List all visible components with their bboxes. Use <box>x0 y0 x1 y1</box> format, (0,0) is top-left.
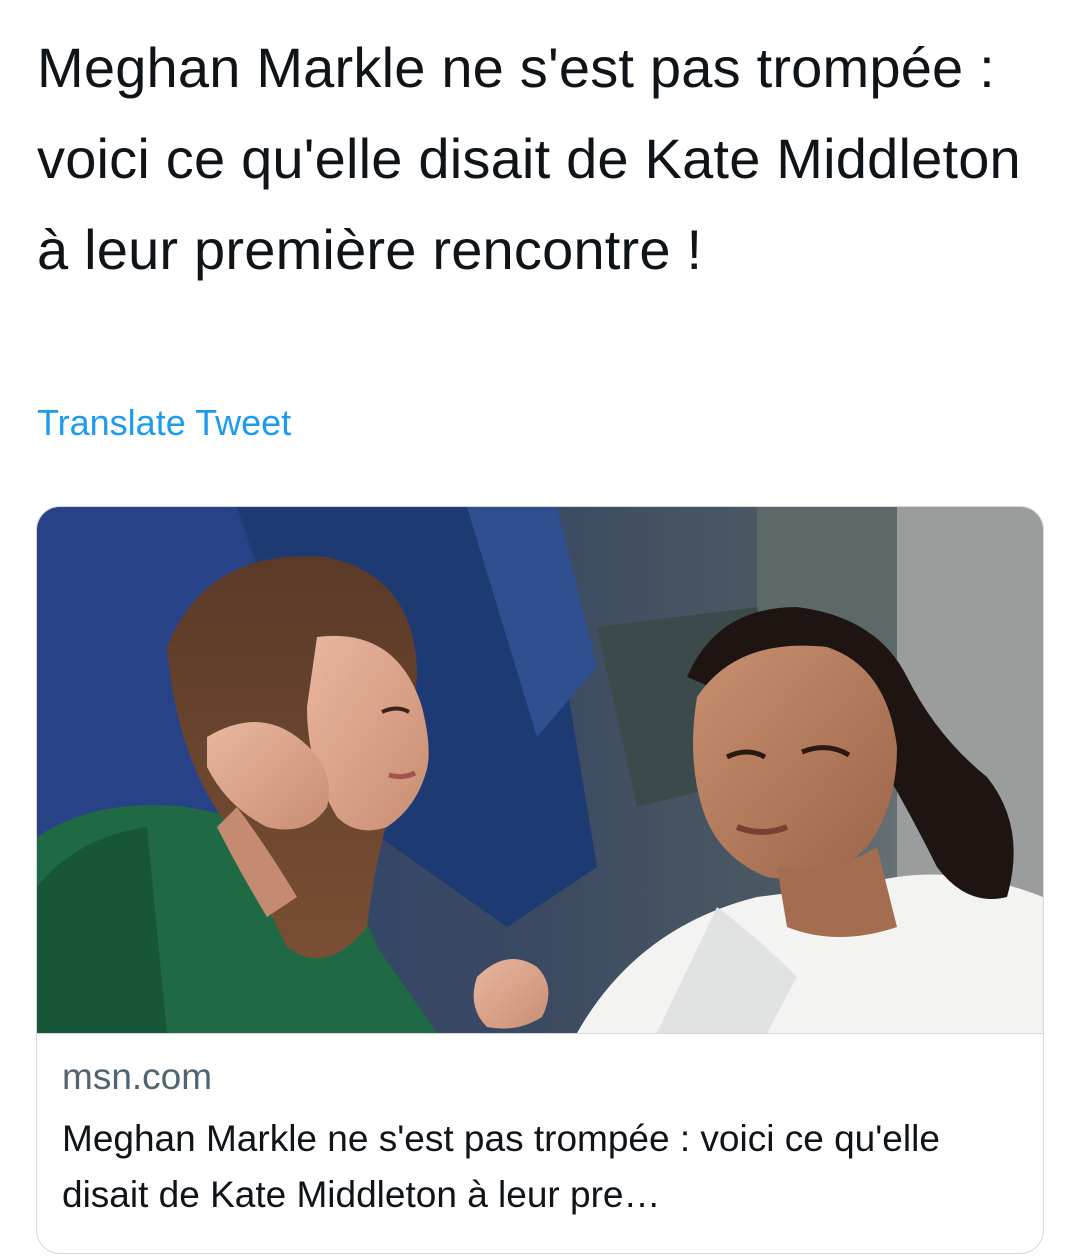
card-domain: msn.com <box>62 1056 213 1097</box>
card-image <box>37 507 1043 1034</box>
card-meta: msn.com Meghan Markle ne s'est pas tromp… <box>62 1055 1012 1223</box>
translate-tweet-link[interactable]: Translate Tweet <box>37 400 291 446</box>
tweet-text: Meghan Markle ne s'est pas trompée : voi… <box>37 36 1021 281</box>
card-title: Meghan Markle ne s'est pas trompée : voi… <box>62 1118 940 1215</box>
link-preview-card[interactable]: msn.com Meghan Markle ne s'est pas tromp… <box>36 506 1044 1254</box>
tweet: Meghan Markle ne s'est pas trompée : voi… <box>0 0 1079 1257</box>
